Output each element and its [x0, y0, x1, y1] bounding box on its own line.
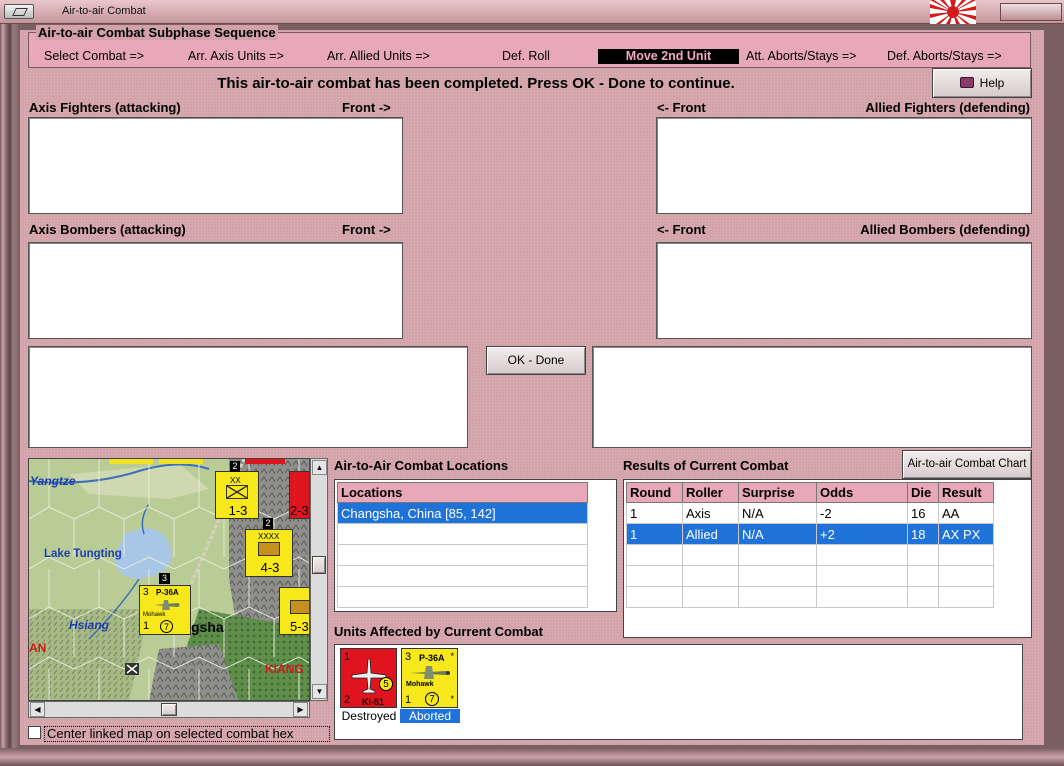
allied-fighters-label: Allied Fighters (defending) [865, 100, 1030, 115]
linked-map[interactable]: Yangtze Lake Tungting Hsiang gsha AN KIA… [28, 458, 310, 701]
map-label-yangtze: Yangtze [30, 474, 76, 488]
locations-title: Air-to-Air Combat Locations [334, 458, 509, 473]
allied-bombers-box[interactable] [656, 242, 1032, 339]
help-book-icon [959, 77, 974, 88]
sequence-step-att-aborts: Att. Aborts/Stays => [746, 49, 857, 63]
locations-list-box: Locations Changsha, China [85, 142] [334, 479, 617, 612]
help-button[interactable]: Help [932, 68, 1032, 98]
allied-bombers-label: Allied Bombers (defending) [860, 222, 1030, 237]
map-vertical-scrollbar[interactable]: ▲ ▼ [310, 458, 328, 701]
axis-bombers-front-label: Front -> [342, 222, 391, 237]
unit-status-aborted: Aborted [400, 709, 460, 723]
location-row[interactable] [337, 586, 588, 608]
status-banner: This air-to-air combat has been complete… [217, 75, 735, 92]
scroll-down-icon[interactable]: ▼ [312, 684, 327, 699]
results-col-round: Round [626, 482, 683, 503]
ok-done-button[interactable]: OK - Done [486, 346, 586, 375]
armor-symbol-icon [290, 600, 309, 614]
map-label-city: gsha [191, 619, 224, 635]
map-air-counter[interactable]: 3 P-36A Mohawk 1 7 [139, 585, 191, 635]
results-row[interactable]: 1 Allied N/A +2 18 AX PX [626, 523, 994, 545]
axis-fighters-box[interactable] [28, 117, 403, 214]
locations-header: Locations [337, 482, 588, 503]
results-col-roller: Roller [682, 482, 739, 503]
allied-bombers-front-label: <- Front [657, 222, 706, 237]
subphase-sequence-title: Air-to-air Combat Subphase Sequence [36, 25, 278, 40]
combat-chart-button[interactable]: Air-to-air Combat Chart [902, 450, 1032, 479]
help-button-label: Help [979, 76, 1005, 90]
results-row[interactable]: 1 Axis N/A -2 16 AA [626, 502, 994, 524]
scroll-up-icon[interactable]: ▲ [312, 460, 327, 475]
map-unit-counter[interactable]: XX 1-3 [215, 471, 259, 519]
map-label-lake: Lake Tungting [44, 548, 122, 560]
sequence-step-arrange-allied: Arr. Allied Units => [327, 49, 430, 63]
title-bar: Air-to-air Combat [0, 0, 1064, 24]
axis-fighters-label: Axis Fighters (attacking) [29, 100, 181, 115]
center-map-checkbox[interactable] [28, 726, 41, 739]
results-row[interactable] [626, 586, 994, 608]
system-menu-icon[interactable] [4, 4, 34, 19]
map-horizontal-scrollbar[interactable]: ◀ ▶ [28, 701, 310, 718]
results-box: Round Roller Surprise Odds Die Result 1A… [623, 479, 1032, 638]
window-frame-bottom [0, 748, 1064, 766]
map-unit-counter[interactable]: XXXX 4-3 [245, 529, 293, 577]
sequence-step-arrange-axis: Arr. Axis Units => [188, 49, 284, 63]
map-stack-badge: 2 [263, 518, 273, 529]
results-row[interactable] [626, 565, 994, 587]
axis-message-box [28, 346, 468, 448]
axis-bombers-box[interactable] [28, 242, 403, 339]
results-table: Round Roller Surprise Odds Die Result 1A… [626, 482, 994, 608]
sequence-step-active: Move 2nd Unit [598, 49, 739, 64]
results-row[interactable] [626, 544, 994, 566]
axis-bombers-label: Axis Bombers (attacking) [29, 222, 186, 237]
sequence-step-def-roll: Def. Roll [502, 49, 550, 63]
unit-asterisk: * [450, 651, 454, 661]
results-col-odds: Odds [816, 482, 908, 503]
scroll-right-icon[interactable]: ▶ [293, 702, 308, 717]
map-stack-badge: 3 [159, 573, 170, 584]
location-row[interactable]: Changsha, China [85, 142] [337, 502, 588, 524]
unit-counter-p36a[interactable]: 3 P-36A * Mohawk 1 7 * [401, 648, 458, 708]
sequence-step-select-combat: Select Combat => [44, 49, 145, 63]
location-row[interactable] [337, 565, 588, 587]
map-label-an: AN [29, 641, 47, 655]
allied-fighters-box[interactable] [656, 117, 1032, 214]
fighter-plane-icon [154, 600, 180, 610]
location-row[interactable] [337, 544, 588, 566]
window-controls[interactable] [1000, 3, 1062, 21]
vertical-scroll-thumb[interactable] [312, 556, 326, 574]
map-label-kiang: KIANG [265, 662, 304, 676]
unit-counter-ki51[interactable]: 1 5 2 Ki-51 [340, 648, 397, 708]
results-col-surprise: Surprise [738, 482, 817, 503]
infantry-symbol-icon [226, 485, 248, 499]
armor-symbol-icon [258, 542, 280, 556]
scroll-left-icon[interactable]: ◀ [30, 702, 45, 717]
results-title: Results of Current Combat [623, 458, 789, 473]
unit-asterisk: * [450, 694, 454, 704]
sequence-step-def-aborts: Def. Aborts/Stays => [887, 49, 1002, 63]
allied-message-box [592, 346, 1032, 448]
locations-table: Locations Changsha, China [85, 142] [337, 482, 588, 608]
map-unit-counter[interactable]: 2-3 [289, 471, 309, 519]
axis-fighters-front-label: Front -> [342, 100, 391, 115]
results-col-result: Result [938, 482, 994, 503]
rising-sun-flag-icon [930, 0, 976, 24]
horizontal-scroll-thumb[interactable] [161, 703, 177, 716]
map-label-hsiang: Hsiang [69, 618, 110, 632]
map-unit-counter[interactable]: 5-3 [279, 587, 309, 635]
window-title: Air-to-air Combat [62, 5, 146, 17]
center-map-checkbox-label[interactable]: Center linked map on selected combat hex [44, 726, 330, 742]
units-affected-title: Units Affected by Current Combat [334, 624, 543, 639]
results-col-die: Die [907, 482, 939, 503]
location-row[interactable] [337, 523, 588, 545]
unit-status-destroyed: Destroyed [341, 709, 397, 723]
units-affected-box: 1 5 2 Ki-51 Destroyed 3 P-36A * Mohawk 1… [334, 644, 1023, 740]
allied-fighters-front-label: <- Front [657, 100, 706, 115]
fighter-plane-icon [410, 666, 450, 679]
map-stack-badge: 2 [230, 461, 240, 472]
